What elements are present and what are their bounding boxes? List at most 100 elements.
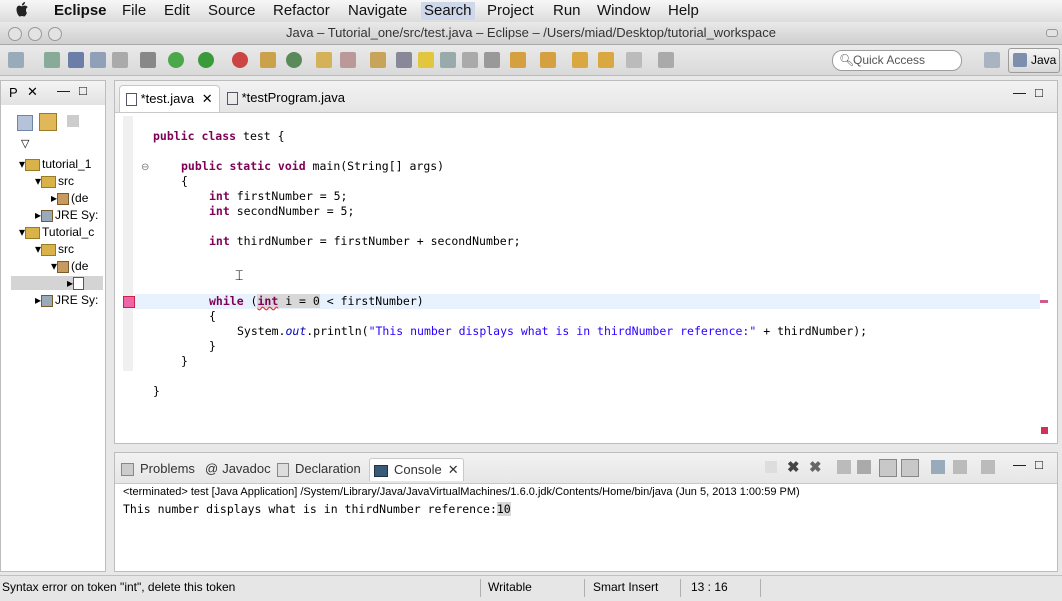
view-menu-icon[interactable] <box>67 115 79 127</box>
link-with-editor-icon[interactable] <box>39 113 57 131</box>
back-icon[interactable] <box>598 52 614 68</box>
tree-item-default-package[interactable]: ▾ (de <box>51 259 103 273</box>
minimize-icon[interactable]: — <box>57 83 70 98</box>
search-icon[interactable] <box>396 52 412 68</box>
view-menu-chevron-icon[interactable]: ▽ <box>21 137 29 150</box>
tab-test-java[interactable]: *test.java ✕ <box>119 85 220 112</box>
menu-project[interactable]: Project <box>487 2 534 20</box>
menu-navigate[interactable]: Navigate <box>348 2 407 20</box>
code-line[interactable]: public class test { <box>153 129 285 144</box>
package-explorer-tab[interactable]: P <box>9 85 18 100</box>
remove-launch-icon[interactable]: ✖ <box>787 458 800 476</box>
close-icon[interactable]: ✕ <box>448 462 459 477</box>
tree-item-jre[interactable]: ▸ JRE Sy: <box>35 208 103 222</box>
pin-editor-icon[interactable] <box>658 52 674 68</box>
java-perspective-button[interactable]: Java <box>1008 48 1060 73</box>
next-annotation-icon[interactable] <box>510 52 526 68</box>
run-icon[interactable] <box>198 52 214 68</box>
new-file-icon[interactable] <box>44 52 60 68</box>
quick-access-field[interactable]: 🔍︎ Quick Access <box>832 50 962 71</box>
paragraph-icon[interactable] <box>484 52 500 68</box>
skip-breakpoints-icon[interactable] <box>140 52 156 68</box>
tab-javadoc[interactable]: @ Javadoc <box>205 458 271 480</box>
tree-item-tutorial-1[interactable]: ▾ tutorial_1 <box>19 157 103 171</box>
last-edit-location-icon[interactable] <box>572 52 588 68</box>
new-java-project-icon[interactable] <box>260 52 276 68</box>
code-line[interactable]: System.out.println("This number displays… <box>153 324 867 339</box>
menu-app-eclipse[interactable]: Eclipse <box>54 2 107 20</box>
code-line[interactable]: int firstNumber = 5; <box>153 189 347 204</box>
toolbar-toggle-button[interactable] <box>1046 29 1058 37</box>
show-console-on-output-icon[interactable] <box>879 459 897 477</box>
maximize-icon[interactable]: □ <box>1035 457 1043 472</box>
code-line[interactable]: int secondNumber = 5; <box>153 204 354 219</box>
tree-item-src[interactable]: ▾ src <box>35 242 103 256</box>
menu-source[interactable]: Source <box>208 2 256 20</box>
tab-console[interactable]: Console ✕ <box>369 458 464 481</box>
new-class-icon[interactable] <box>316 52 332 68</box>
toggle-mark-occurrences-icon[interactable] <box>418 52 434 68</box>
code-line[interactable]: public static void main(String[] args) <box>153 159 444 174</box>
show-whitespace-icon[interactable] <box>462 52 478 68</box>
save-icon[interactable] <box>68 52 84 68</box>
maximize-icon[interactable]: □ <box>79 83 87 98</box>
collapse-all-icon[interactable] <box>17 115 33 131</box>
code-line[interactable]: while (int i = 0 < firstNumber) <box>153 294 424 309</box>
display-selected-console-icon[interactable] <box>953 460 967 474</box>
mac-menu-bar: Eclipse File Edit Source Refactor Naviga… <box>0 0 1062 23</box>
overview-error-marker[interactable] <box>1040 300 1048 303</box>
forward-icon[interactable] <box>626 52 642 68</box>
terminate-icon[interactable] <box>765 461 777 473</box>
annotation-ruler[interactable] <box>123 116 133 371</box>
open-type-icon[interactable] <box>340 52 356 68</box>
console-output[interactable]: This number displays what is in thirdNum… <box>123 502 511 516</box>
code-line[interactable]: } <box>153 384 160 399</box>
tree-item-test-java[interactable]: ▸ <box>11 276 103 291</box>
tree-item-src[interactable]: ▾ src <box>35 174 103 188</box>
remove-all-terminated-icon[interactable]: ✖ <box>809 458 822 476</box>
tab-problems[interactable]: Problems <box>121 458 195 480</box>
code-line[interactable]: } <box>153 339 216 354</box>
menu-refactor[interactable]: Refactor <box>273 2 330 20</box>
tree-item-jre[interactable]: ▸ JRE Sy: <box>35 293 103 307</box>
new-icon[interactable] <box>8 52 24 68</box>
toggle-block-selection-icon[interactable] <box>440 52 456 68</box>
error-marker-icon[interactable] <box>123 296 135 308</box>
menu-run[interactable]: Run <box>553 2 581 20</box>
tree-item-default-package[interactable]: ▸ (de <box>51 191 103 205</box>
menu-edit[interactable]: Edit <box>164 2 190 20</box>
menu-file[interactable]: File <box>122 2 146 20</box>
open-perspective-icon[interactable] <box>984 52 1000 68</box>
scroll-lock-icon[interactable] <box>857 460 871 474</box>
save-all-icon[interactable] <box>90 52 106 68</box>
status-cursor-position: 13 : 16 <box>691 580 728 594</box>
code-line[interactable]: { <box>153 174 188 189</box>
open-task-icon[interactable] <box>370 52 386 68</box>
print-icon[interactable] <box>112 52 128 68</box>
menu-help[interactable]: Help <box>668 2 699 20</box>
minimize-icon[interactable]: — <box>1013 85 1026 100</box>
new-package-icon[interactable] <box>286 52 302 68</box>
overview-status-icon[interactable] <box>1041 427 1048 434</box>
pin-console-icon[interactable] <box>931 460 945 474</box>
clear-console-icon[interactable] <box>837 460 851 474</box>
apple-icon[interactable] <box>16 2 30 23</box>
open-console-icon[interactable] <box>981 460 995 474</box>
close-icon[interactable]: ✕ <box>27 84 38 100</box>
show-console-on-error-icon[interactable] <box>901 459 919 477</box>
tab-testprogram-java[interactable]: *testProgram.java <box>221 85 351 111</box>
external-tools-icon[interactable] <box>232 52 248 68</box>
menu-window[interactable]: Window <box>597 2 650 20</box>
tab-declaration[interactable]: Declaration <box>277 458 361 480</box>
fold-toggle-icon[interactable]: ⊖ <box>141 162 149 173</box>
maximize-icon[interactable]: □ <box>1035 85 1043 100</box>
code-line[interactable]: int thirdNumber = firstNumber + secondNu… <box>153 234 521 249</box>
minimize-icon[interactable]: — <box>1013 457 1026 472</box>
code-line[interactable]: } <box>153 354 188 369</box>
tree-item-tutorial-one[interactable]: ▾ Tutorial_c <box>19 225 103 239</box>
code-line[interactable]: { <box>153 309 216 324</box>
menu-search[interactable]: Search <box>421 2 475 20</box>
debug-icon[interactable] <box>168 52 184 68</box>
close-icon[interactable]: ✕ <box>202 91 213 106</box>
previous-annotation-icon[interactable] <box>540 52 556 68</box>
